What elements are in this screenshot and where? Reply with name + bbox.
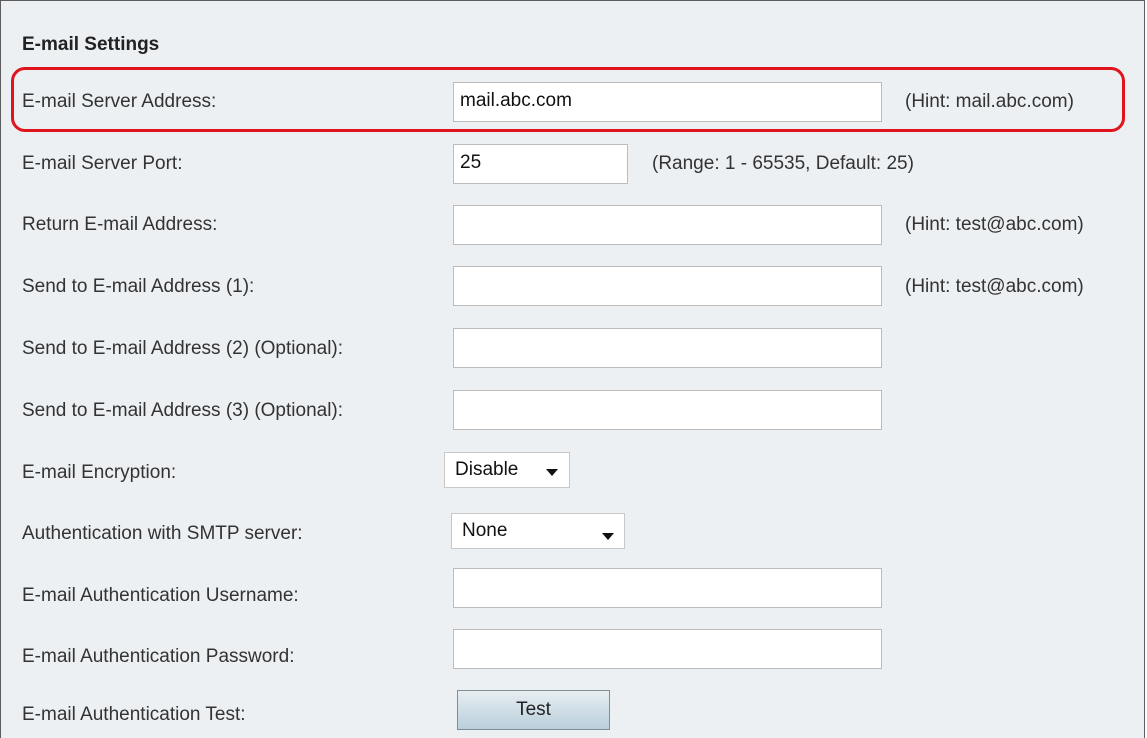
smtp-auth-label: Authentication with SMTP server: xyxy=(22,523,303,544)
auth-username-input[interactable] xyxy=(453,568,882,608)
encryption-select[interactable]: Disable xyxy=(444,452,570,488)
chevron-down-icon xyxy=(546,469,558,476)
server-port-label: E-mail Server Port: xyxy=(22,153,183,174)
server-address-hint: (Hint: mail.abc.com) xyxy=(905,91,1074,112)
server-address-label: E-mail Server Address: xyxy=(22,91,217,112)
server-port-input[interactable]: 25 xyxy=(453,144,628,184)
server-port-hint: (Range: 1 - 65535, Default: 25) xyxy=(652,153,914,174)
send-to-3-label: Send to E-mail Address (3) (Optional): xyxy=(22,400,344,421)
chevron-down-icon xyxy=(602,533,614,540)
auth-password-input[interactable] xyxy=(453,629,882,669)
encryption-selected: Disable xyxy=(455,459,519,480)
auth-password-label: E-mail Authentication Password: xyxy=(22,646,295,667)
test-button[interactable]: Test xyxy=(457,690,610,730)
auth-test-label: E-mail Authentication Test: xyxy=(22,704,246,725)
return-address-label: Return E-mail Address: xyxy=(22,214,218,235)
send-to-2-label: Send to E-mail Address (2) (Optional): xyxy=(22,338,344,359)
send-to-1-label: Send to E-mail Address (1): xyxy=(22,276,255,297)
section-title: E-mail Settings xyxy=(22,34,160,55)
send-to-1-hint: (Hint: test@abc.com) xyxy=(905,276,1084,297)
smtp-auth-select[interactable]: None xyxy=(451,513,625,549)
send-to-1-input[interactable] xyxy=(453,266,882,306)
email-settings-panel: E-mail Settings E-mail Server Address: m… xyxy=(0,0,1145,738)
send-to-2-input[interactable] xyxy=(453,328,882,368)
send-to-3-input[interactable] xyxy=(453,390,882,430)
return-address-input[interactable] xyxy=(453,205,882,245)
encryption-label: E-mail Encryption: xyxy=(22,462,177,483)
smtp-auth-selected: None xyxy=(462,520,508,541)
auth-username-label: E-mail Authentication Username: xyxy=(22,585,299,606)
return-address-hint: (Hint: test@abc.com) xyxy=(905,214,1084,235)
server-address-input[interactable]: mail.abc.com xyxy=(453,82,882,122)
